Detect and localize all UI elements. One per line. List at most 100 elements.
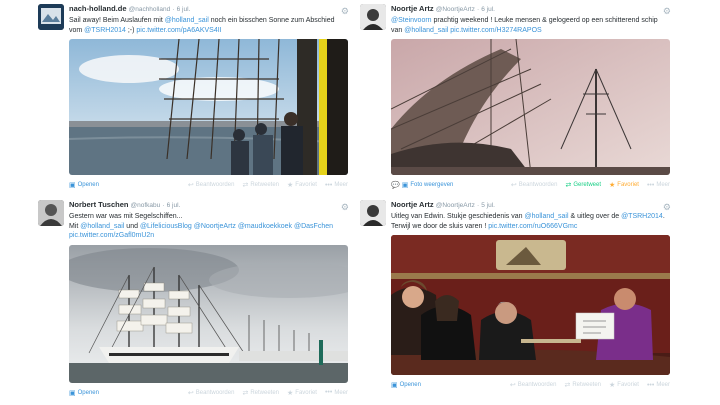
reply-icon: ↩	[509, 382, 516, 389]
reply-button[interactable]: ↩ Beantwoorden	[510, 381, 557, 389]
mention-link[interactable]: @holland_sail	[404, 27, 448, 34]
photo-icon: ▣	[69, 389, 76, 397]
pic-link[interactable]: pic.twitter.com/pA6AKVS4II	[136, 27, 221, 34]
pic-link[interactable]: pic.twitter.com/H3274RAPOS	[450, 27, 541, 34]
favorite-button[interactable]: ★ Favoriet	[287, 181, 317, 189]
tweet-photo[interactable]	[391, 39, 670, 175]
retweet-button[interactable]: ⇄ Geretweet	[565, 181, 601, 189]
reply-button[interactable]: ↩ Beantwoorden	[188, 181, 235, 189]
pic-link[interactable]: pic.twitter.com/zGafl0mU2n	[69, 232, 154, 239]
favorite-button[interactable]: ★ Favoriet	[287, 389, 317, 397]
reply-label: Beantwoorden	[518, 182, 558, 188]
gear-icon[interactable]: ⚙	[341, 202, 349, 213]
open-button[interactable]: ▣ Openen	[69, 389, 99, 397]
avatar[interactable]	[38, 200, 64, 226]
tweet-header: Norbert Tuschen @nofkabu · 6 jul.	[69, 200, 348, 211]
gear-icon[interactable]: ⚙	[663, 6, 671, 17]
tweet-text: Uitleg van Edwin. Stukje geschiedenis va…	[391, 212, 670, 231]
favorite-button[interactable]: ★ Favoriet	[609, 381, 639, 389]
open-button[interactable]: ▣ Openen	[69, 181, 99, 189]
more-button[interactable]: ••• Meer	[325, 181, 348, 189]
tweet-photo[interactable]	[69, 39, 348, 175]
more-icon: •••	[324, 181, 333, 189]
mention-link[interactable]: @DasFchen	[294, 223, 333, 230]
avatar[interactable]	[360, 200, 386, 226]
fullname[interactable]: Norbert Tuschen	[69, 200, 128, 209]
reply-button[interactable]: ↩ Beantwoorden	[511, 181, 558, 189]
timestamp[interactable]: 5 jul.	[481, 202, 495, 209]
gear-icon[interactable]: ⚙	[341, 6, 349, 17]
separator: ·	[476, 202, 480, 209]
retweet-button[interactable]: ⇄ Retweeten	[564, 381, 601, 389]
photo-icon: ▣	[401, 182, 409, 189]
tweet-text: Sail away! Beim Auslaufen mit @holland_s…	[69, 16, 348, 35]
more-label: Meer	[334, 389, 348, 396]
more-button[interactable]: ••• Meer	[325, 389, 348, 397]
reply-label: Beantwoorden	[517, 382, 557, 388]
favorite-label: Favoriet	[617, 182, 639, 188]
mention-link[interactable]: @Steinvoorn	[391, 17, 432, 24]
star-icon: ★	[609, 382, 616, 389]
open-label: Openen	[77, 389, 99, 396]
open-button[interactable]: ▣ Openen	[391, 381, 421, 389]
pic-link[interactable]: pic.twitter.com/ruO666VGmc	[488, 223, 577, 230]
mention-link[interactable]: @TSRH2014	[621, 213, 663, 220]
more-button[interactable]: ••• Meer	[647, 181, 670, 189]
tweet-text: @Steinvoorn prachtig weekend ! Leuke men…	[391, 16, 670, 35]
retweet-button[interactable]: ⇄ Retweeten	[242, 181, 279, 189]
mention-link[interactable]: @LifeliciousBlog	[140, 223, 192, 230]
open-label: Foto weergeven	[410, 182, 454, 188]
star-icon: ★	[287, 182, 294, 189]
fullname[interactable]: Noortje Artz	[391, 200, 434, 209]
open-button[interactable]: 💬 ▣ Foto weergeven	[391, 181, 453, 189]
retweet-label: Geretweet	[573, 182, 601, 188]
mention-link[interactable]: @holland_sail	[165, 17, 209, 24]
username[interactable]: @nachholland	[129, 6, 171, 13]
tweet-photo[interactable]	[69, 244, 348, 383]
favorite-label: Favoriet	[617, 382, 639, 388]
more-icon: •••	[324, 389, 333, 396]
separator: ·	[172, 6, 175, 13]
mention-link[interactable]: @holland_sail	[524, 213, 568, 220]
more-icon: •••	[646, 381, 655, 389]
mention-link[interactable]: @holland_sail	[80, 223, 124, 230]
timestamp[interactable]: 6 jul.	[481, 6, 495, 13]
username[interactable]: @NoortjeArtz	[436, 6, 475, 13]
tweet-photo[interactable]	[391, 235, 670, 375]
open-label: Openen	[77, 182, 99, 188]
tweet-header: Noortje Artz @NoortjeArtz · 5 jul.	[391, 200, 670, 211]
avatar[interactable]	[360, 4, 386, 30]
text-segment: Sail away! Beim Auslaufen mit	[69, 17, 165, 24]
username[interactable]: @nofkabu	[131, 202, 161, 209]
timestamp[interactable]: 6 jul.	[167, 202, 181, 209]
reply-label: Beantwoorden	[195, 389, 235, 396]
avatar[interactable]	[38, 4, 64, 30]
retweet-icon: ⇄	[564, 382, 571, 389]
mention-link[interactable]: @NoortjeArtz	[194, 223, 236, 230]
fullname[interactable]: nach-holland.de	[69, 4, 127, 13]
text-segment: & uitleg over de	[568, 213, 622, 220]
tweet-actions: ▣ Openen ↩ Beantwoorden ⇄ Retweeten ★ Favori…	[69, 388, 348, 398]
mention-link[interactable]: @TSRH2014	[84, 27, 126, 34]
tweet-header: nach-holland.de @nachholland · 6 jul.	[69, 4, 348, 15]
favorite-label: Favoriet	[295, 182, 317, 188]
retweet-icon: ⇄	[565, 182, 572, 189]
photo-icon: ▣	[69, 182, 76, 189]
text-segment: ;-)	[125, 26, 137, 34]
fullname[interactable]: Noortje Artz	[391, 4, 434, 13]
timestamp[interactable]: 6 jul.	[177, 6, 191, 13]
more-label: Meer	[334, 182, 348, 188]
favorite-label: Favoriet	[295, 389, 317, 396]
tweet-card: ⚙ Norbert Tuschen @nofkabu · 6 jul. Gest…	[38, 200, 353, 398]
gear-icon[interactable]: ⚙	[663, 202, 671, 213]
retweet-label: Retweeten	[572, 382, 601, 388]
username[interactable]: @NoortjeArtz	[436, 202, 475, 209]
tweet-actions: ▣ Openen ↩ Beantwoorden ⇄ Retweeten ★ Favori…	[391, 380, 670, 390]
retweet-button[interactable]: ⇄ Retweeten	[242, 389, 279, 397]
favorite-button[interactable]: ★ Favoriet	[609, 181, 639, 189]
mention-link[interactable]: @maudkoekkoek	[238, 223, 292, 230]
more-button[interactable]: ••• Meer	[647, 381, 670, 389]
reply-button[interactable]: ↩ Beantwoorden	[188, 389, 235, 397]
reply-icon: ↩	[510, 182, 517, 189]
text-line: Gestern war was mit Segelschiffen...	[69, 213, 183, 220]
